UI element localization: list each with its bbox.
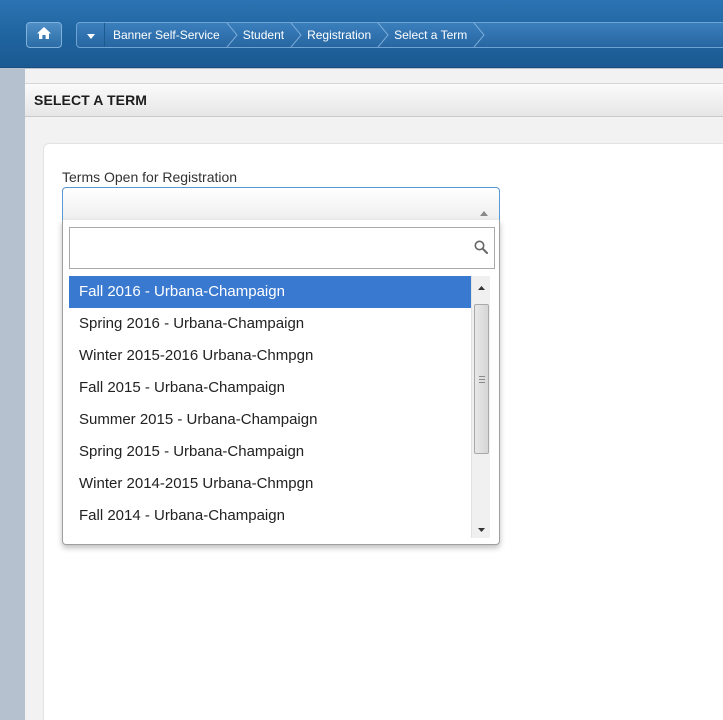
- left-margin: [0, 69, 25, 720]
- breadcrumb-item-student[interactable]: Student: [233, 23, 302, 47]
- term-option[interactable]: Winter 2014-2015 Urbana-Chmpgn: [69, 468, 471, 500]
- page-title: SELECT A TERM: [25, 83, 723, 117]
- breadcrumb-label: Registration: [307, 28, 372, 42]
- scroll-down-button[interactable]: [472, 520, 490, 536]
- breadcrumb-label: Banner Self-Service: [113, 28, 220, 42]
- term-option[interactable]: Spring 2016 - Urbana-Champaign: [69, 308, 471, 340]
- breadcrumb: Banner Self-Service Student Registration…: [76, 22, 723, 48]
- breadcrumb-label: Select a Term: [394, 28, 468, 42]
- caret-down-icon: [86, 28, 95, 42]
- breadcrumb-item-banner-self-service[interactable]: Banner Self-Service: [105, 23, 238, 47]
- breadcrumb-separator-icon: [473, 23, 485, 47]
- breadcrumb-label: Student: [242, 28, 285, 42]
- term-options-list: Fall 2016 - Urbana-Champaign Spring 2016…: [69, 276, 471, 532]
- term-option[interactable]: Fall 2014 - Urbana-Champaign: [69, 500, 471, 532]
- options-scrollbar[interactable]: [471, 276, 490, 538]
- arrow-down-icon: [477, 519, 485, 537]
- breadcrumb-menu-toggle[interactable]: [77, 23, 105, 47]
- scrollbar-thumb[interactable]: [474, 304, 489, 454]
- breadcrumb-item-registration[interactable]: Registration: [297, 23, 389, 47]
- term-search-input[interactable]: [70, 228, 470, 268]
- term-option[interactable]: Fall 2015 - Urbana-Champaign: [69, 372, 471, 404]
- term-option[interactable]: Fall 2016 - Urbana-Champaign: [69, 276, 471, 308]
- home-button[interactable]: [26, 22, 62, 48]
- term-option[interactable]: Summer 2015 - Urbana-Champaign: [69, 404, 471, 436]
- scroll-up-button[interactable]: [472, 278, 490, 294]
- breadcrumb-item-select-a-term[interactable]: Select a Term: [384, 23, 485, 47]
- term-search-box: [69, 227, 495, 269]
- term-option[interactable]: Spring 2015 - Urbana-Champaign: [69, 436, 471, 468]
- top-navigation-bar: Banner Self-Service Student Registration…: [0, 0, 723, 68]
- home-icon: [36, 26, 52, 45]
- caret-up-icon: [480, 203, 488, 221]
- magnifier-icon: [474, 240, 488, 259]
- term-select-label: Terms Open for Registration: [62, 169, 238, 185]
- arrow-up-icon: [477, 277, 485, 295]
- grip-icon: [478, 374, 485, 385]
- term-option[interactable]: Winter 2015-2016 Urbana-Chmpgn: [69, 340, 471, 372]
- term-dropdown: Fall 2016 - Urbana-Champaign Spring 2016…: [62, 220, 500, 545]
- term-select[interactable]: [62, 187, 500, 221]
